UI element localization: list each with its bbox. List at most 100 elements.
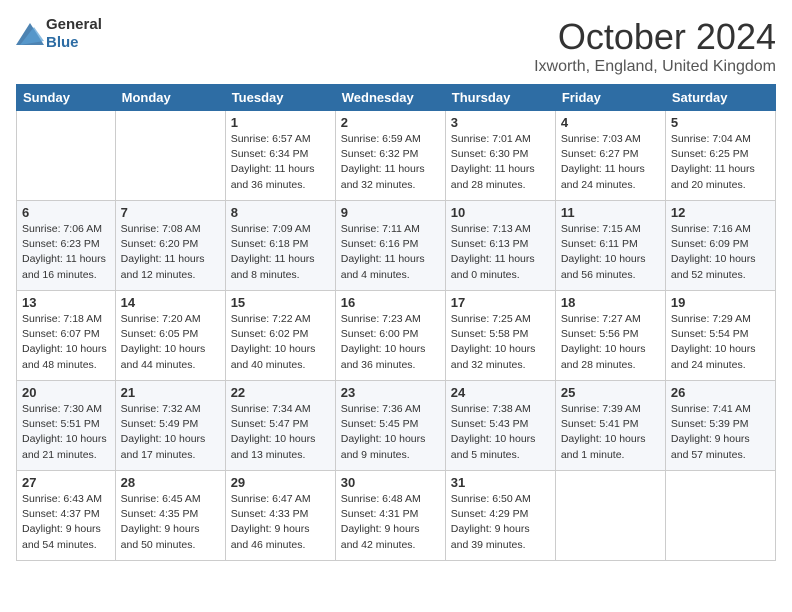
calendar-cell: 2Sunrise: 6:59 AM Sunset: 6:32 PM Daylig… — [335, 111, 445, 201]
day-number: 4 — [561, 115, 660, 130]
weekday-header-thursday: Thursday — [445, 85, 555, 111]
day-number: 24 — [451, 385, 550, 400]
calendar-cell: 22Sunrise: 7:34 AM Sunset: 5:47 PM Dayli… — [225, 381, 335, 471]
day-number: 25 — [561, 385, 660, 400]
calendar-cell: 15 Sunrise: 7:22 AM Sunset: 6:02 PM Dayli… — [225, 291, 335, 381]
calendar-cell: 25 Sunrise: 7:39 AM Sunset: 5:41 PM Dayli… — [555, 381, 665, 471]
day-info: Sunrise: 7:41 AM Sunset: 5:39 PM Dayligh… — [671, 402, 770, 463]
day-number: 17 — [451, 295, 550, 310]
day-info: Sunrise: 7:16 AM Sunset: 6:09 PM Dayligh… — [671, 222, 770, 283]
day-info: Sunrise: 7:09 AM Sunset: 6:18 PM Dayligh… — [231, 222, 330, 283]
weekday-header-sunday: Sunday — [17, 85, 116, 111]
weekday-header-tuesday: Tuesday — [225, 85, 335, 111]
day-number: 9 — [341, 205, 440, 220]
day-number: 28 — [121, 475, 220, 490]
logo-icon — [16, 23, 44, 45]
day-info: Sunrise: 7:32 AM Sunset: 5:49 PM Dayligh… — [121, 402, 220, 463]
calendar-cell: 21Sunrise: 7:32 AM Sunset: 5:49 PM Dayli… — [115, 381, 225, 471]
day-info: Sunrise: 7:36 AM Sunset: 5:45 PM Dayligh… — [341, 402, 440, 463]
calendar-week-row: 6Sunrise: 7:06 AM Sunset: 6:23 PM Daylig… — [17, 201, 776, 291]
weekday-header-friday: Friday — [555, 85, 665, 111]
day-info: Sunrise: 7:13 AM Sunset: 6:13 PM Dayligh… — [451, 222, 550, 283]
day-info: Sunrise: 6:50 AM Sunset: 4:29 PM Dayligh… — [451, 492, 550, 553]
calendar-cell: 5Sunrise: 7:04 AM Sunset: 6:25 PM Daylig… — [665, 111, 775, 201]
calendar-cell: 4 Sunrise: 7:03 AM Sunset: 6:27 PM Daylig… — [555, 111, 665, 201]
day-info: Sunrise: 7:01 AM Sunset: 6:30 PM Dayligh… — [451, 132, 550, 193]
day-info: Sunrise: 7:27 AM Sunset: 5:56 PM Dayligh… — [561, 312, 660, 373]
calendar-cell: 18 Sunrise: 7:27 AM Sunset: 5:56 PM Dayli… — [555, 291, 665, 381]
day-number: 31 — [451, 475, 550, 490]
month-title: October 2024 — [534, 16, 776, 58]
day-number: 14 — [121, 295, 220, 310]
day-info: Sunrise: 6:48 AM Sunset: 4:31 PM Dayligh… — [341, 492, 440, 553]
calendar-cell — [665, 471, 775, 561]
day-info: Sunrise: 7:22 AM Sunset: 6:02 PM Dayligh… — [231, 312, 330, 373]
day-info: Sunrise: 7:38 AM Sunset: 5:43 PM Dayligh… — [451, 402, 550, 463]
day-info: Sunrise: 7:11 AM Sunset: 6:16 PM Dayligh… — [341, 222, 440, 283]
day-info: Sunrise: 6:47 AM Sunset: 4:33 PM Dayligh… — [231, 492, 330, 553]
calendar-cell: 10 Sunrise: 7:13 AM Sunset: 6:13 PM Dayli… — [445, 201, 555, 291]
calendar-week-row: 1 Sunrise: 6:57 AM Sunset: 6:34 PM Daylig… — [17, 111, 776, 201]
day-number: 13 — [22, 295, 110, 310]
weekday-header-row: SundayMondayTuesdayWednesdayThursdayFrid… — [17, 85, 776, 111]
day-number: 29 — [231, 475, 330, 490]
day-info: Sunrise: 7:08 AM Sunset: 6:20 PM Dayligh… — [121, 222, 220, 283]
day-info: Sunrise: 7:04 AM Sunset: 6:25 PM Dayligh… — [671, 132, 770, 193]
day-info: Sunrise: 7:30 AM Sunset: 5:51 PM Dayligh… — [22, 402, 110, 463]
calendar-cell — [17, 111, 116, 201]
day-number: 6 — [22, 205, 110, 220]
day-info: Sunrise: 7:25 AM Sunset: 5:58 PM Dayligh… — [451, 312, 550, 373]
day-number: 20 — [22, 385, 110, 400]
day-info: Sunrise: 7:15 AM Sunset: 6:11 PM Dayligh… — [561, 222, 660, 283]
calendar-cell: 13Sunrise: 7:18 AM Sunset: 6:07 PM Dayli… — [17, 291, 116, 381]
day-number: 15 — [231, 295, 330, 310]
calendar-cell: 29 Sunrise: 6:47 AM Sunset: 4:33 PM Dayli… — [225, 471, 335, 561]
calendar-cell: 24 Sunrise: 7:38 AM Sunset: 5:43 PM Dayli… — [445, 381, 555, 471]
calendar-cell: 14 Sunrise: 7:20 AM Sunset: 6:05 PM Dayli… — [115, 291, 225, 381]
calendar-cell: 11 Sunrise: 7:15 AM Sunset: 6:11 PM Dayli… — [555, 201, 665, 291]
calendar-cell: 7 Sunrise: 7:08 AM Sunset: 6:20 PM Daylig… — [115, 201, 225, 291]
title-area: October 2024 Ixworth, England, United Ki… — [534, 16, 776, 76]
calendar-table: SundayMondayTuesdayWednesdayThursdayFrid… — [16, 84, 776, 561]
calendar-cell: 17 Sunrise: 7:25 AM Sunset: 5:58 PM Dayli… — [445, 291, 555, 381]
calendar-cell: 23 Sunrise: 7:36 AM Sunset: 5:45 PM Dayli… — [335, 381, 445, 471]
day-number: 12 — [671, 205, 770, 220]
calendar-cell: 26 Sunrise: 7:41 AM Sunset: 5:39 PM Dayli… — [665, 381, 775, 471]
calendar-cell — [115, 111, 225, 201]
calendar-cell: 12 Sunrise: 7:16 AM Sunset: 6:09 PM Dayli… — [665, 201, 775, 291]
day-info: Sunrise: 7:20 AM Sunset: 6:05 PM Dayligh… — [121, 312, 220, 373]
day-number: 27 — [22, 475, 110, 490]
calendar-cell: 1 Sunrise: 6:57 AM Sunset: 6:34 PM Daylig… — [225, 111, 335, 201]
weekday-header-monday: Monday — [115, 85, 225, 111]
day-number: 18 — [561, 295, 660, 310]
calendar-week-row: 27 Sunrise: 6:43 AM Sunset: 4:37 PM Dayli… — [17, 471, 776, 561]
day-number: 30 — [341, 475, 440, 490]
day-number: 3 — [451, 115, 550, 130]
day-number: 7 — [121, 205, 220, 220]
calendar-cell: 9 Sunrise: 7:11 AM Sunset: 6:16 PM Daylig… — [335, 201, 445, 291]
day-info: Sunrise: 6:43 AM Sunset: 4:37 PM Dayligh… — [22, 492, 110, 553]
day-info: Sunrise: 6:57 AM Sunset: 6:34 PM Dayligh… — [231, 132, 330, 193]
calendar-cell: 20 Sunrise: 7:30 AM Sunset: 5:51 PM Dayli… — [17, 381, 116, 471]
logo: General Blue — [16, 16, 102, 52]
day-number: 1 — [231, 115, 330, 130]
logo-blue: Blue — [46, 34, 79, 51]
day-number: 11 — [561, 205, 660, 220]
location-title: Ixworth, England, United Kingdom — [534, 58, 776, 76]
day-number: 10 — [451, 205, 550, 220]
day-info: Sunrise: 7:03 AM Sunset: 6:27 PM Dayligh… — [561, 132, 660, 193]
day-number: 8 — [231, 205, 330, 220]
day-number: 26 — [671, 385, 770, 400]
day-number: 19 — [671, 295, 770, 310]
calendar-cell: 30 Sunrise: 6:48 AM Sunset: 4:31 PM Dayli… — [335, 471, 445, 561]
day-info: Sunrise: 7:29 AM Sunset: 5:54 PM Dayligh… — [671, 312, 770, 373]
day-info: Sunrise: 7:39 AM Sunset: 5:41 PM Dayligh… — [561, 402, 660, 463]
day-number: 23 — [341, 385, 440, 400]
calendar-cell: 27 Sunrise: 6:43 AM Sunset: 4:37 PM Dayli… — [17, 471, 116, 561]
calendar-week-row: 20 Sunrise: 7:30 AM Sunset: 5:51 PM Dayli… — [17, 381, 776, 471]
calendar-cell: 16Sunrise: 7:23 AM Sunset: 6:00 PM Dayli… — [335, 291, 445, 381]
calendar-cell: 3 Sunrise: 7:01 AM Sunset: 6:30 PM Daylig… — [445, 111, 555, 201]
calendar-cell: 19 Sunrise: 7:29 AM Sunset: 5:54 PM Dayli… — [665, 291, 775, 381]
day-info: Sunrise: 6:59 AM Sunset: 6:32 PM Dayligh… — [341, 132, 440, 193]
logo-general: General — [46, 16, 102, 33]
